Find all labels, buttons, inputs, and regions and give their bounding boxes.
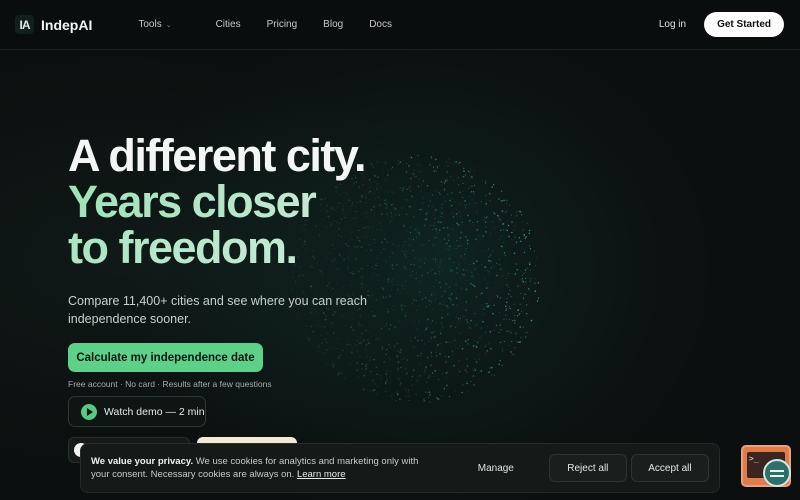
nav-link-blog[interactable]: Blog bbox=[313, 19, 353, 30]
cookie-lead: We value your privacy. bbox=[91, 456, 194, 467]
nav-link-docs[interactable]: Docs bbox=[359, 19, 402, 30]
chevron-down-icon: ⌄ bbox=[165, 21, 172, 29]
nav-tools-label: Tools bbox=[138, 19, 162, 30]
hero-section: A different city. Years closer to freedo… bbox=[68, 133, 428, 328]
chat-bubble-icon bbox=[763, 459, 791, 487]
headline-line-2: Years closer bbox=[68, 179, 428, 225]
play-icon bbox=[81, 403, 97, 420]
logo[interactable]: IA IndepAI bbox=[15, 15, 92, 34]
prompt-glyph: >_ bbox=[749, 454, 759, 463]
headline-line-1: A different city. bbox=[68, 130, 367, 181]
chat-widget-icon[interactable]: >_ bbox=[741, 445, 791, 487]
cta-fineprint: Free account · No card · Results after a… bbox=[68, 379, 272, 389]
hero-headline: A different city. Years closer to freedo… bbox=[68, 133, 428, 271]
cookie-message: We value your privacy. We use cookies fo… bbox=[91, 455, 438, 481]
hero-subtitle: Compare 11,400+ cities and see where you… bbox=[68, 294, 367, 326]
logo-text: IndepAI bbox=[41, 16, 93, 33]
cookie-banner: We value your privacy. We use cookies fo… bbox=[80, 443, 720, 493]
learn-more-link[interactable]: Learn more bbox=[297, 469, 346, 480]
watch-demo-button[interactable]: Watch demo — 2 min bbox=[68, 396, 206, 427]
login-link[interactable]: Log in bbox=[659, 19, 686, 30]
reject-all-button[interactable]: Reject all bbox=[548, 454, 627, 482]
calculate-independence-button[interactable]: Calculate my independence date bbox=[68, 343, 263, 372]
nav-links: Tools ⌄ Cities Pricing Blog Docs bbox=[128, 19, 402, 30]
top-navigation: IA IndepAI Tools ⌄ Cities Pricing Blog D… bbox=[0, 0, 800, 50]
manage-cookies-button[interactable]: Manage bbox=[469, 463, 523, 474]
watch-demo-label: Watch demo — 2 min bbox=[104, 405, 205, 418]
nav-link-cities[interactable]: Cities bbox=[206, 19, 251, 30]
nav-link-pricing[interactable]: Pricing bbox=[257, 19, 308, 30]
accept-all-button[interactable]: Accept all bbox=[630, 454, 709, 482]
nav-tools-dropdown[interactable]: Tools ⌄ bbox=[128, 19, 181, 30]
headline-line-3: to freedom. bbox=[68, 225, 428, 271]
logo-mark: IA bbox=[15, 15, 34, 34]
get-started-button[interactable]: Get Started bbox=[704, 12, 784, 37]
nav-actions: Log in Get Started bbox=[659, 12, 785, 37]
